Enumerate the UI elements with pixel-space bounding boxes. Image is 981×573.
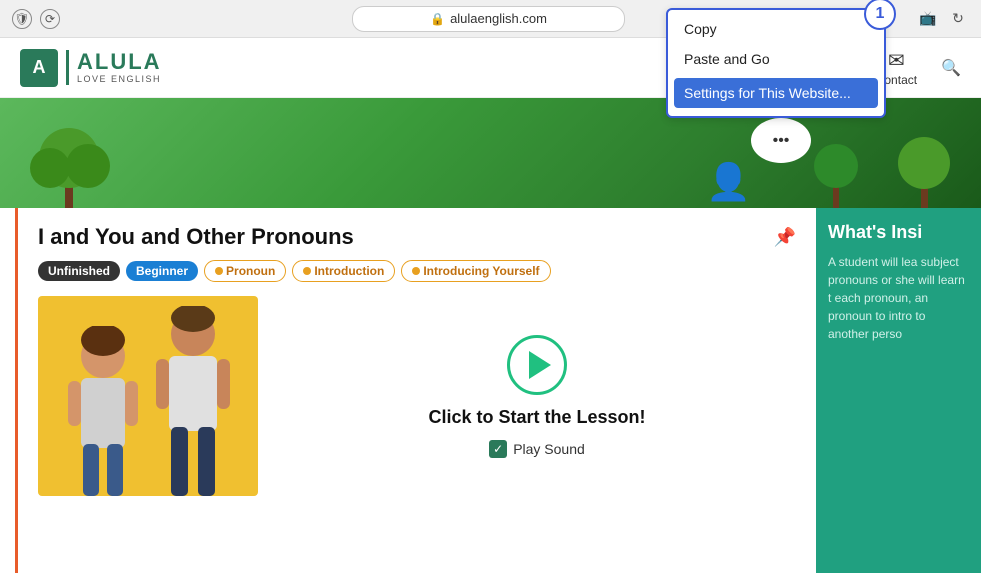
play-sound-label: Play Sound xyxy=(513,441,585,457)
whats-inside-text: A student will lea subject pronouns or s… xyxy=(828,253,969,343)
tree-right xyxy=(891,128,961,208)
play-sound-row: ✓ Play Sound xyxy=(489,440,585,458)
left-accent-bar xyxy=(0,208,18,573)
person-male xyxy=(153,306,233,496)
media-icon[interactable]: 📺 xyxy=(917,8,939,30)
browser-nav-icons: 🛡 ⟳ xyxy=(12,9,60,29)
tag-beginner[interactable]: Beginner xyxy=(126,261,198,281)
person-female xyxy=(63,326,143,496)
tree-left xyxy=(30,118,110,208)
logo-text: ALULA LOVE ENGLISH xyxy=(66,50,162,84)
tags-row: Unfinished Beginner Pronoun Introduction… xyxy=(38,260,796,282)
browser-refresh-right[interactable]: ↻ xyxy=(947,8,969,30)
search-button[interactable]: 🔍 xyxy=(941,58,961,78)
right-panel: What's Insi A student will lea subject p… xyxy=(816,208,981,573)
context-menu-paste-go[interactable]: Paste and Go xyxy=(668,44,884,74)
url-text: alulaenglish.com xyxy=(450,11,547,26)
dot-introduction xyxy=(303,267,311,275)
content-area: I and You and Other Pronouns 📌 Unfinishe… xyxy=(0,208,981,573)
pin-icon: 📌 xyxy=(774,227,796,248)
speech-bubble: ••• xyxy=(751,118,811,163)
refresh-icon[interactable]: ⟳ xyxy=(40,9,60,29)
lesson-play-area: Click to Start the Lesson! ✓ Play Sound xyxy=(278,296,796,496)
browser-right-icons: 📺 ↻ xyxy=(917,8,969,30)
lesson-title-row: I and You and Other Pronouns 📌 xyxy=(38,224,796,250)
tag-pronoun[interactable]: Pronoun xyxy=(204,260,286,282)
tag-introducing-yourself[interactable]: Introducing Yourself xyxy=(401,260,550,282)
start-lesson-text[interactable]: Click to Start the Lesson! xyxy=(428,407,645,428)
dot-pronoun xyxy=(215,267,223,275)
play-sound-checkbox[interactable]: ✓ xyxy=(489,440,507,458)
hero-person: 👤 xyxy=(706,161,751,203)
whats-inside-title: What's Insi xyxy=(828,222,969,243)
lesson-body: Click to Start the Lesson! ✓ Play Sound xyxy=(38,296,796,496)
lesson-image xyxy=(38,296,258,496)
logo-sub-text: LOVE ENGLISH xyxy=(77,75,162,85)
logo-main-text: ALULA xyxy=(77,50,162,74)
dot-introducing xyxy=(412,267,420,275)
lesson-title: I and You and Other Pronouns xyxy=(38,224,354,250)
shield-icon[interactable]: 🛡 xyxy=(12,9,32,29)
lock-icon: 🔒 xyxy=(430,12,445,26)
context-menu: 1 Copy Paste and Go Settings for This We… xyxy=(666,8,886,118)
tag-introduction[interactable]: Introduction xyxy=(292,260,395,282)
logo-icon: A xyxy=(20,49,58,87)
contact-icon: ✉ xyxy=(888,48,905,73)
context-menu-settings[interactable]: Settings for This Website... xyxy=(674,78,878,108)
tree-mid xyxy=(811,138,861,208)
address-bar[interactable]: 🔒 alulaenglish.com xyxy=(352,6,626,32)
context-menu-copy[interactable]: Copy xyxy=(668,14,884,44)
logo-area: A ALULA LOVE ENGLISH xyxy=(20,49,162,87)
site-wrapper: A ALULA LOVE ENGLISH LESSONS ✉ Contact xyxy=(0,38,981,573)
tag-unfinished[interactable]: Unfinished xyxy=(38,261,120,281)
main-content: I and You and Other Pronouns 📌 Unfinishe… xyxy=(18,208,816,573)
play-triangle-icon xyxy=(529,351,551,379)
play-button[interactable] xyxy=(507,335,567,395)
